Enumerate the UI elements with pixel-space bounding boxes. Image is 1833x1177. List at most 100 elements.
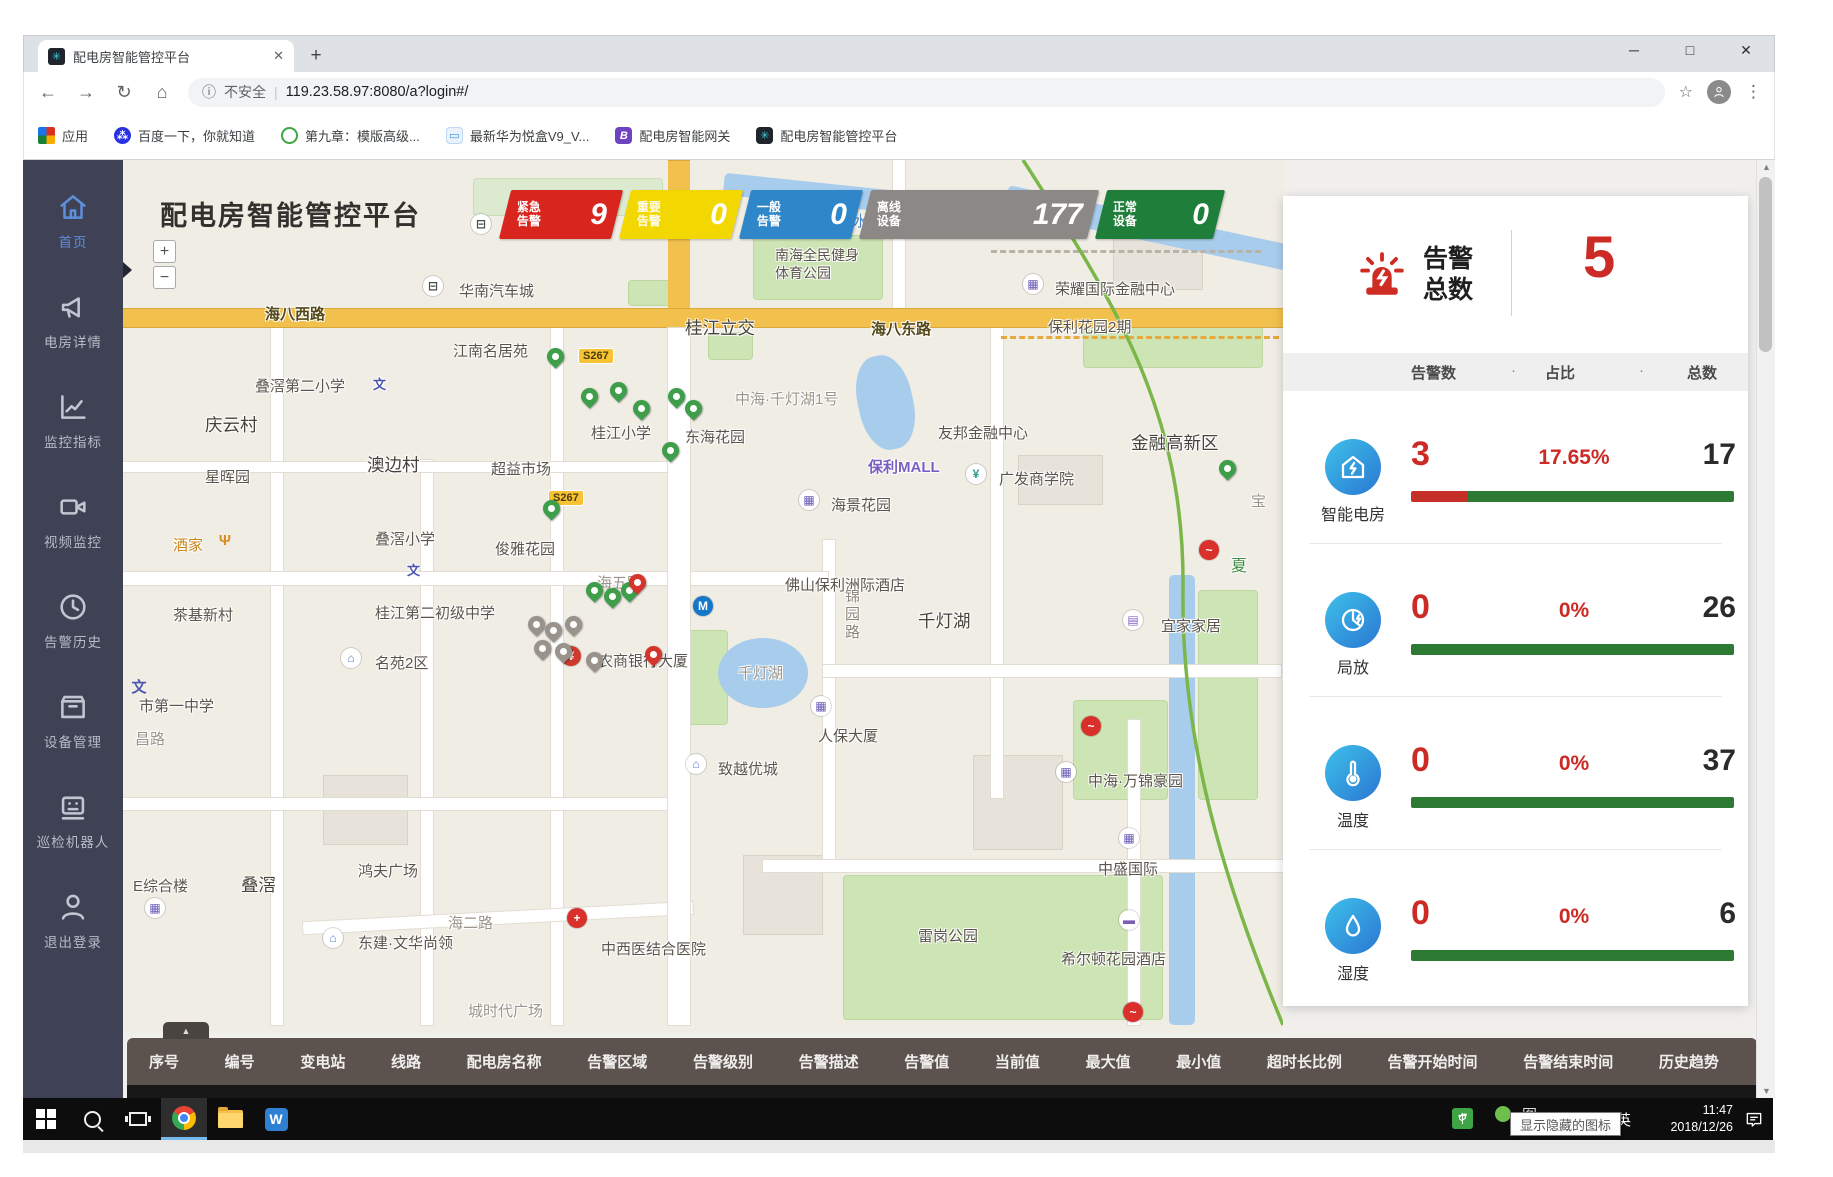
map-label: 中西医结合医院	[601, 938, 706, 959]
reload-button[interactable]: ↻	[112, 82, 136, 103]
panel-row[interactable]: 温度 0 0% 37	[1283, 741, 1748, 894]
bookmark[interactable]: 第九章：模版高级...	[281, 126, 420, 145]
page-scrollbar[interactable]: ▲ ▼	[1756, 160, 1775, 1098]
panel-column-headers: 告警数 · 占比 · 总数	[1283, 353, 1748, 391]
browser-tab[interactable]: ✳ 配电房智能管控平台 ✕	[38, 40, 294, 72]
table-column-header: 线路	[391, 1051, 421, 1072]
window-controls: ─ □ ✕	[1624, 42, 1756, 59]
bookmark-star-icon[interactable]: ☆	[1679, 82, 1693, 102]
action-center-icon[interactable]	[1743, 1109, 1765, 1129]
profile-avatar[interactable]	[1707, 80, 1731, 104]
map-label: 酒家	[173, 534, 203, 555]
row-progress-bar	[1411, 797, 1734, 808]
map-label: 雷岗公园	[918, 925, 978, 946]
tab-close-icon[interactable]: ✕	[273, 48, 284, 64]
table-column-header: 告警描述	[799, 1051, 859, 1072]
sidebar-item[interactable]: 告警历史	[44, 590, 102, 651]
zoom-in-button[interactable]: +	[153, 240, 176, 263]
table-collapse-handle[interactable]: ▲	[163, 1022, 209, 1039]
bookmark[interactable]: ▭ 最新华为悦盒V9_V...	[446, 126, 589, 145]
map-poi-icon: ▦	[811, 696, 831, 716]
table-column-header: 告警结束时间	[1523, 1051, 1613, 1072]
table-column-header: 最大值	[1086, 1051, 1131, 1072]
sidebar-item[interactable]: 设备管理	[44, 690, 102, 751]
forward-button[interactable]: →	[74, 82, 98, 103]
info-icon[interactable]: ⓘ	[202, 82, 216, 102]
alarm-badge[interactable]: 正常设备 0	[1095, 190, 1225, 239]
map-label: 江南名居苑	[453, 340, 528, 361]
map-label: 茶基新村	[173, 604, 233, 625]
bookmark[interactable]: B 配电房智能网关	[615, 126, 730, 145]
sidebar-item[interactable]: 巡检机器人	[37, 790, 110, 851]
thermo-icon	[1325, 745, 1381, 801]
scroll-down-icon[interactable]: ▼	[1757, 1086, 1775, 1096]
bookmarks-bar: 应用 ⁂ 百度一下，你就知道 第九章：模版高级... ▭ 最新华为悦盒V9_V.…	[23, 112, 1775, 160]
map-poi-icon: ⌂	[686, 754, 706, 774]
row-percent: 0%	[1509, 752, 1639, 776]
page-title: 配电房智能管控平台	[160, 194, 421, 233]
table-column-header: 当前值	[995, 1051, 1040, 1072]
taskbar-chrome-button[interactable]	[161, 1098, 207, 1140]
maximize-button[interactable]: □	[1680, 42, 1700, 59]
megaphone-icon	[56, 290, 90, 324]
bookmark-icon: ⁂	[114, 127, 131, 144]
scroll-up-icon[interactable]: ▲	[1757, 162, 1775, 172]
bookmark[interactable]: ✳ 配电房智能管控平台	[756, 126, 897, 145]
sidebar-item-label: 设备管理	[44, 731, 102, 751]
alarm-badge[interactable]: 紧急告警 9	[499, 190, 623, 239]
zoom-out-button[interactable]: −	[153, 266, 176, 289]
alarm-badge[interactable]: 重要告警 0	[619, 190, 743, 239]
row-progress-bar	[1411, 491, 1734, 502]
search-button[interactable]	[69, 1098, 115, 1140]
sidebar-active-arrow-icon[interactable]	[123, 262, 132, 278]
url-separator: |	[274, 84, 278, 100]
sidebar-item[interactable]: 首页	[56, 190, 90, 251]
map-label: 海八东路	[871, 318, 931, 339]
table-column-header: 编号	[225, 1051, 255, 1072]
back-button[interactable]: ←	[36, 82, 60, 103]
map-zoom-control: + −	[153, 240, 176, 289]
browser-menu-icon[interactable]: ⋮	[1745, 82, 1762, 102]
map-label: 市第一中学	[139, 695, 214, 716]
desktop-edge	[23, 1140, 1775, 1153]
scrollbar-thumb[interactable]	[1759, 177, 1772, 352]
taskbar-clock[interactable]: 11:47 2018/12/26	[1670, 1102, 1733, 1136]
map-label: 农商银行大厦	[598, 650, 688, 671]
bookmark[interactable]: 应用	[38, 126, 88, 145]
minimize-button[interactable]: ─	[1624, 42, 1644, 59]
close-button[interactable]: ✕	[1736, 42, 1756, 59]
usb-tray-icon[interactable]	[1452, 1108, 1473, 1129]
dot-separator: ·	[1511, 362, 1516, 379]
bookmark-label: 最新华为悦盒V9_V...	[470, 126, 589, 145]
video-icon	[56, 490, 90, 524]
address-bar[interactable]: ⓘ 不安全 | 119.23.58.97:8080/a?login#/	[188, 78, 1665, 107]
bookmark[interactable]: ⁂ 百度一下，你就知道	[114, 126, 255, 145]
sidebar-item[interactable]: 视频监控	[44, 490, 102, 551]
table-column-header: 超时长比例	[1267, 1051, 1342, 1072]
new-tab-button[interactable]: +	[302, 42, 330, 70]
panel-row[interactable]: 湿度 0 0% 6	[1283, 894, 1748, 1006]
start-button[interactable]	[23, 1098, 69, 1140]
row-alarm-count: 0	[1411, 894, 1430, 933]
table-column-header: 告警值	[904, 1051, 949, 1072]
search-icon	[84, 1111, 101, 1128]
sidebar-item[interactable]: 电房详情	[44, 290, 102, 351]
taskbar-explorer-button[interactable]	[207, 1098, 253, 1140]
row-alarm-count: 0	[1411, 741, 1430, 780]
task-view-button[interactable]	[115, 1098, 161, 1140]
map-poi-icon: ~	[1199, 540, 1219, 560]
alarm-badge[interactable]: 一般告警 0	[739, 190, 863, 239]
row-label: 局放	[1298, 654, 1408, 678]
taskbar-wps-button[interactable]: W	[253, 1098, 299, 1140]
panel-row[interactable]: 智能电房 3 17.65% 17	[1283, 435, 1748, 588]
panel-row[interactable]: 局放 0 0% 26	[1283, 588, 1748, 741]
map-poi-icon: Ψ	[215, 530, 235, 550]
map[interactable]: + − S267S267 高尔夫农庄佛山水道南海全民健身体育公园荣耀国际金融中心…	[123, 160, 1283, 1033]
tray-hidden-icon[interactable]	[1495, 1106, 1511, 1122]
route-shield: S267	[578, 348, 614, 364]
alarm-badge[interactable]: 离线设备 177	[859, 190, 1099, 239]
sidebar-item[interactable]: 监控指标	[44, 390, 102, 451]
home-button[interactable]: ⌂	[150, 82, 174, 103]
sidebar-item[interactable]: 退出登录	[44, 890, 102, 951]
sidebar-item-label: 巡检机器人	[37, 831, 110, 851]
